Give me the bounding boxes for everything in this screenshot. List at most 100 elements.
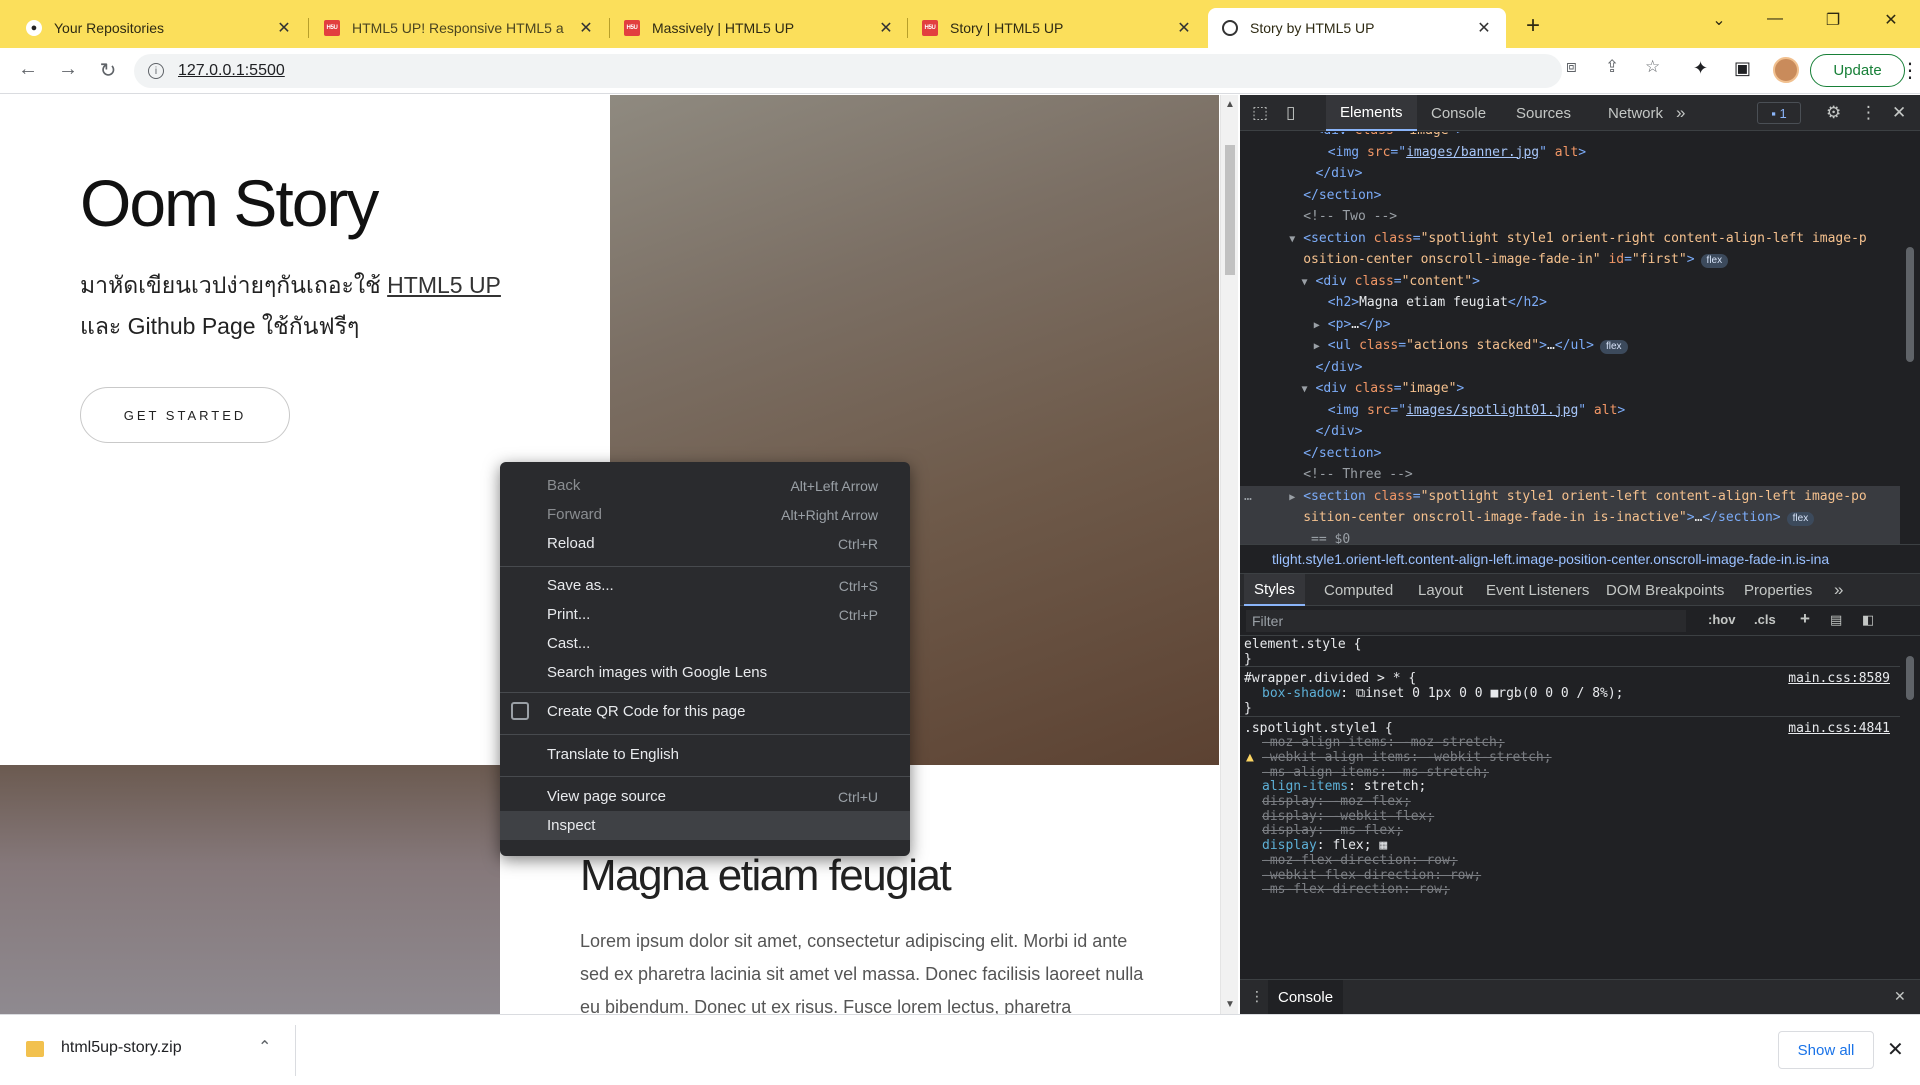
styles-rules[interactable]: element.style {} #wrapper.divided > * {ma… [1240,636,1900,966]
dom-line[interactable]: osition-center onscroll-image-fade-in" i… [1240,249,1900,271]
settings-gear-icon[interactable]: ⚙ [1826,103,1841,123]
close-drawer-icon[interactable]: ✕ [1894,988,1906,1005]
get-started-button[interactable]: GET STARTED [80,387,290,443]
dom-tree-scrollbar[interactable] [1900,132,1920,544]
translate-icon[interactable]: ⧈ [1566,57,1577,77]
menu-item-print[interactable]: Print... Ctrl+P [500,600,910,629]
maximize-button[interactable]: ❐ [1818,10,1848,30]
drawer-tab-console[interactable]: Console [1268,980,1344,1015]
tab-properties[interactable]: Properties [1734,574,1822,606]
dom-line[interactable]: ▶ <section class="spotlight style1 orient… [1240,485,1900,509]
reload-button[interactable]: ↻ [94,58,122,83]
scrollbar-thumb[interactable] [1225,145,1235,275]
address-bar[interactable]: i 127.0.0.1:5500 [134,54,1562,88]
hov-toggle[interactable]: :hov [1708,612,1735,627]
tab-elements[interactable]: Elements [1326,95,1417,131]
expanded-triangle-icon[interactable]: ▼ [1289,229,1303,251]
add-rule-icon[interactable]: + [1800,609,1810,629]
minimize-button[interactable]: — [1760,10,1790,28]
collapsed-triangle-icon[interactable]: ▶ [1314,315,1328,337]
scroll-up-icon[interactable]: ▲ [1225,99,1235,110]
close-devtools-icon[interactable]: ✕ [1892,103,1906,123]
tab-layout[interactable]: Layout [1408,574,1473,606]
collapsed-triangle-icon[interactable]: ▶ [1314,336,1328,358]
dom-line[interactable]: <img src="images/spotlight01.jpg" alt> [1240,400,1900,422]
more-tabs-icon[interactable]: » [1676,103,1685,123]
menu-item-reload[interactable]: Reload Ctrl+R [500,529,910,558]
dom-ellipsis-icon[interactable]: … [1244,486,1252,507]
tab-story-html5up[interactable]: H5U Story | HTML5 UP ✕ [908,8,1206,48]
close-icon[interactable]: ✕ [1476,18,1492,38]
dom-line[interactable]: <!-- Two --> [1240,206,1900,228]
more-menu-icon[interactable]: ⋮ [1900,58,1920,83]
back-button[interactable]: ← [14,58,42,81]
style-line[interactable]: -ms-flex-direction: row; [1240,881,1900,899]
tab-computed[interactable]: Computed [1314,574,1403,606]
dom-line[interactable]: </div> [1240,357,1900,379]
devtools-menu-icon[interactable]: ⋮ [1860,103,1877,123]
close-icon[interactable]: ✕ [276,18,292,38]
device-toggle-icon[interactable]: ▯ [1286,103,1295,123]
dom-breadcrumb[interactable]: tlight.style1.orient-left.content-align-… [1240,544,1920,574]
menu-item-inspect[interactable]: Inspect [500,811,910,840]
dom-line[interactable]: <div class="image"> [1240,132,1900,142]
dom-line[interactable]: <img src="images/banner.jpg" alt> [1240,142,1900,164]
tab-massively[interactable]: H5U Massively | HTML5 UP ✕ [610,8,908,48]
menu-item-google-lens[interactable]: Search images with Google Lens [500,658,910,687]
close-icon[interactable]: ✕ [1176,18,1192,38]
expanded-triangle-icon[interactable]: ▼ [1302,379,1316,401]
share-icon[interactable]: ⇪ [1605,57,1619,77]
dom-tree[interactable]: <div class="image"><img src="images/bann… [1240,132,1900,544]
scrollbar-thumb[interactable] [1906,247,1914,362]
menu-item-qr-code[interactable]: Create QR Code for this page [500,697,910,726]
more-tabs-icon[interactable]: » [1834,580,1843,600]
dom-line[interactable]: </section> [1240,443,1900,465]
scroll-down-icon[interactable]: ▼ [1225,999,1235,1010]
expanded-triangle-icon[interactable]: ▼ [1302,272,1316,294]
dom-line[interactable]: ▼ <div class="image"> [1240,378,1900,400]
dom-line[interactable]: ▶ <ul class="actions stacked">…</ul> flex [1240,335,1900,357]
styles-scrollbar[interactable] [1900,636,1920,966]
dom-line[interactable]: <h2>Magna etiam feugiat</h2> [1240,292,1900,314]
download-filename[interactable]: html5up-story.zip [61,1039,182,1057]
dom-line[interactable]: </section> [1240,185,1900,207]
flex-badge[interactable]: flex [1599,340,1628,354]
drawer-menu-icon[interactable]: ⋮ [1250,988,1264,1005]
dom-line[interactable]: ▶ <p>…</p> [1240,314,1900,336]
tab-network[interactable]: Network [1594,95,1677,131]
issues-badge[interactable]: ▪ 1 [1757,102,1801,124]
inspect-element-icon[interactable]: ⬚ [1252,103,1268,123]
html5up-link[interactable]: HTML5 UP [387,272,501,298]
extensions-icon[interactable]: ✦ [1693,58,1708,79]
scrollbar-thumb[interactable] [1906,656,1914,700]
chevron-up-icon[interactable]: ⌃ [258,1037,271,1057]
paint-icon[interactable]: ▤ [1830,612,1842,628]
dom-line[interactable]: ▼ <div class="content"> [1240,271,1900,293]
site-info-icon[interactable]: i [148,63,164,79]
tab-story-by-html5up[interactable]: Story by HTML5 UP ✕ [1208,8,1506,48]
flex-badge[interactable]: flex [1786,512,1815,526]
cls-toggle[interactable]: .cls [1754,612,1776,627]
new-tab-button[interactable]: + [1519,12,1547,40]
update-button[interactable]: Update [1810,54,1905,87]
dom-line[interactable]: </div> [1240,421,1900,443]
collapsed-triangle-icon[interactable]: ▶ [1289,487,1303,509]
tab-sources[interactable]: Sources [1502,95,1585,131]
tab-dom-breakpoints[interactable]: DOM Breakpoints [1596,574,1734,606]
menu-item-cast[interactable]: Cast... [500,629,910,658]
show-all-button[interactable]: Show all [1778,1031,1874,1069]
close-download-bar-icon[interactable]: ✕ [1887,1037,1904,1062]
tab-search-button[interactable]: ⌄ [1704,10,1734,30]
dom-line[interactable]: == $0 [1240,528,1900,544]
window-close-button[interactable]: ✕ [1876,10,1906,30]
profile-avatar[interactable] [1773,57,1799,83]
page-scrollbar[interactable]: ▲ ▼ [1220,95,1238,1014]
menu-item-save-as[interactable]: Save as... Ctrl+S [500,571,910,600]
close-icon[interactable]: ✕ [878,18,894,38]
styles-filter-input[interactable]: Filter [1246,610,1686,632]
menu-item-forward[interactable]: Forward Alt+Right Arrow [500,500,910,529]
menu-item-translate[interactable]: Translate to English [500,740,910,769]
sidebar-toggle-icon[interactable]: ◧ [1862,612,1874,628]
close-icon[interactable]: ✕ [578,18,594,38]
dom-line[interactable]: ▼ <section class="spotlight style1 orient… [1240,228,1900,250]
